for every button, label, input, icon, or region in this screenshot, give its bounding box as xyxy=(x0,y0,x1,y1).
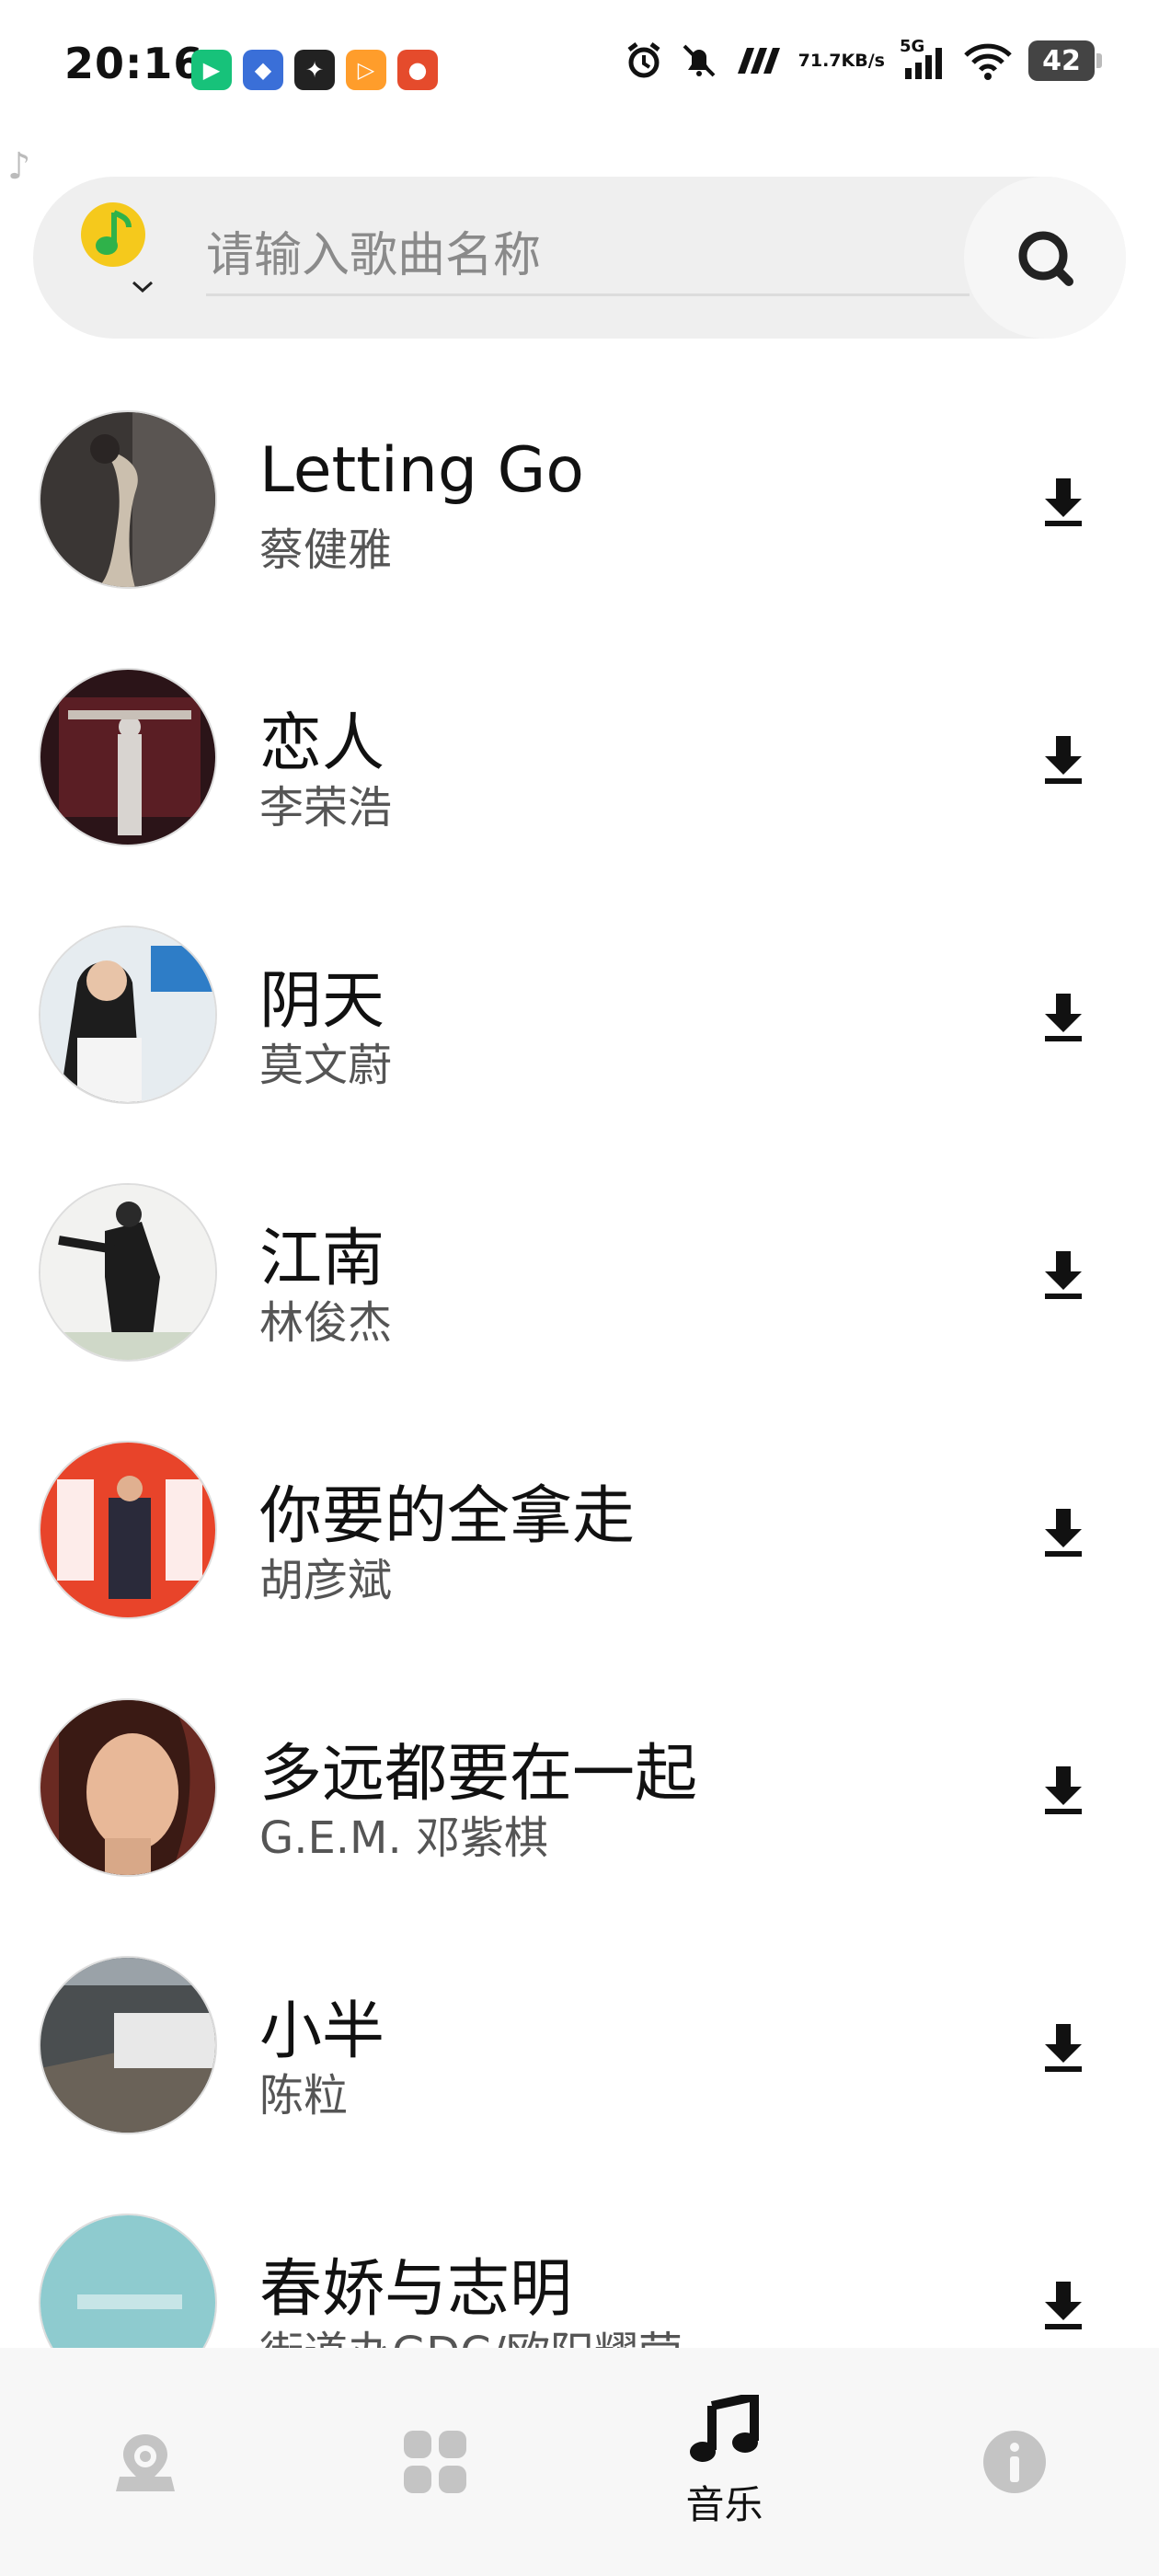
app-screen: 20:16 ▶ ◆ ✦ ▷ ● 71.7 KB/s 5G 42 ♪ 请输入歌曲名… xyxy=(0,0,1159,2576)
song-title: 你要的全拿走 xyxy=(259,1480,636,1553)
album-cover xyxy=(39,410,217,589)
download-button[interactable] xyxy=(1030,984,1096,1051)
nav-label-music: 音乐 xyxy=(685,2481,763,2527)
wifi-icon xyxy=(962,40,1014,81)
alarm-icon xyxy=(624,40,664,81)
signal-icon: 5G xyxy=(900,37,947,81)
carrier-icon xyxy=(734,42,784,79)
battery-indicator: 42 xyxy=(1028,40,1102,81)
game-app-icon: ◆ xyxy=(243,50,283,90)
album-cover xyxy=(39,668,217,846)
music-note-decoration-icon: ♪ xyxy=(7,145,31,188)
song-row[interactable]: 江南 林俊杰 xyxy=(0,1159,1159,1417)
download-button[interactable] xyxy=(1030,1242,1096,1308)
song-artist: 蔡健雅 xyxy=(259,524,393,576)
song-title: Letting Go xyxy=(259,434,584,507)
chevron-down-icon[interactable] xyxy=(131,280,155,298)
nav-item-apps[interactable] xyxy=(290,2348,580,2576)
song-title: 多远都要在一起 xyxy=(259,1738,698,1811)
nav-item-info[interactable] xyxy=(869,2348,1159,2576)
download-icon xyxy=(1045,994,1082,1041)
song-row[interactable]: 多远都要在一起 G.E.M. 邓紫棋 xyxy=(0,1674,1159,1932)
song-artist: 胡彦斌 xyxy=(259,1555,393,1606)
download-icon xyxy=(1045,2282,1082,2329)
song-row[interactable]: 春娇与志明 街道办GDC/欧阳耀莹 xyxy=(0,2190,1159,2348)
robot-app-icon: ● xyxy=(397,50,438,90)
download-button[interactable] xyxy=(1030,727,1096,793)
network-speed: 71.7 KB/s xyxy=(798,52,885,70)
download-button[interactable] xyxy=(1030,1500,1096,1566)
song-title: 春娇与志明 xyxy=(259,2253,573,2326)
download-icon xyxy=(1045,1509,1082,1557)
download-button[interactable] xyxy=(1030,1757,1096,1823)
status-bar: 20:16 ▶ ◆ ✦ ▷ ● 71.7 KB/s 5G 42 xyxy=(0,0,1159,138)
download-button[interactable] xyxy=(1030,2015,1096,2081)
download-icon xyxy=(1045,736,1082,784)
song-row[interactable]: Letting Go 蔡健雅 xyxy=(0,386,1159,644)
download-button[interactable] xyxy=(1030,469,1096,535)
album-cover xyxy=(39,1698,217,1877)
song-title: 阴天 xyxy=(259,965,385,1038)
song-list: Letting Go 蔡健雅 恋人 李荣浩 阴天 莫文蔚 江南 林俊杰 你要的全… xyxy=(0,386,1159,2348)
song-title: 恋人 xyxy=(259,707,385,780)
net-speed-value: 71.7 xyxy=(798,51,842,71)
network-type: 5G xyxy=(900,37,925,56)
status-time: 20:16 xyxy=(64,39,204,88)
song-artist: 李荣浩 xyxy=(259,782,393,834)
download-icon xyxy=(1045,1766,1082,1814)
download-icon xyxy=(1045,1251,1082,1299)
download-icon xyxy=(1045,2024,1082,2072)
bottom-nav: 音乐 xyxy=(0,2348,1159,2576)
net-speed-unit: KB/s xyxy=(841,51,885,71)
grid-icon xyxy=(403,2431,466,2493)
info-icon xyxy=(982,2431,1046,2493)
album-cover xyxy=(39,1956,217,2134)
download-icon xyxy=(1045,478,1082,526)
battery-level: 42 xyxy=(1042,44,1081,77)
album-cover xyxy=(39,1441,217,1619)
nav-item-music[interactable]: 音乐 xyxy=(580,2348,869,2576)
song-row[interactable]: 阴天 莫文蔚 xyxy=(0,902,1159,1159)
search-input[interactable] xyxy=(206,217,970,296)
song-artist: 陈粒 xyxy=(259,2070,349,2122)
media-app-icon: ▷ xyxy=(346,50,386,90)
song-title: 江南 xyxy=(259,1223,385,1295)
nav-item-location[interactable] xyxy=(0,2348,290,2576)
song-title: 小半 xyxy=(259,1995,385,2068)
music-note-icon xyxy=(689,2394,759,2462)
album-cover xyxy=(39,2214,217,2348)
search-icon xyxy=(1018,231,1073,286)
search-button[interactable] xyxy=(964,177,1126,339)
song-artist: 莫文蔚 xyxy=(259,1040,393,1091)
location-icon xyxy=(115,2434,175,2491)
video-app-icon: ▶ xyxy=(191,50,232,90)
song-artist: 街道办GDC/欧阳耀莹 xyxy=(259,2317,683,2348)
music-app-logo-icon[interactable] xyxy=(81,202,145,267)
system-icons: 71.7 KB/s 5G 42 xyxy=(624,37,1102,81)
download-button[interactable] xyxy=(1030,2272,1096,2339)
search-bar xyxy=(33,177,1126,339)
payment-app-icon: ✦ xyxy=(294,50,335,90)
song-row[interactable]: 恋人 李荣浩 xyxy=(0,644,1159,902)
song-artist: G.E.M. 邓紫棋 xyxy=(259,1812,548,1864)
song-row[interactable]: 你要的全拿走 胡彦斌 xyxy=(0,1417,1159,1674)
notification-app-icons: ▶ ◆ ✦ ▷ ● xyxy=(191,50,438,90)
album-cover xyxy=(39,1183,217,1362)
album-cover xyxy=(39,926,217,1104)
mute-bell-icon xyxy=(679,40,719,81)
song-artist: 林俊杰 xyxy=(259,1297,393,1349)
song-row[interactable]: 小半 陈粒 xyxy=(0,1932,1159,2190)
